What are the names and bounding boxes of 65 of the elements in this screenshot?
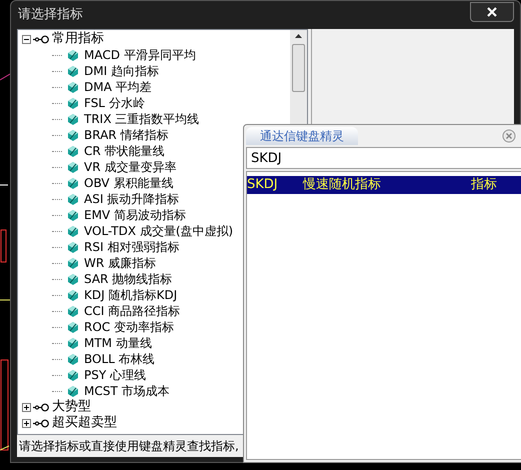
gem-icon [68,146,78,156]
collapse-icon[interactable] [22,34,31,44]
window-title: 请选择指标 [17,6,84,24]
result-code: SKDJ [247,176,279,194]
tree-item[interactable]: EMV 简易波动指标 [84,207,186,223]
tree-item[interactable]: MACD 平滑异同平均 [84,47,196,63]
tree-item[interactable]: BOLL 布林线 [84,351,155,367]
tree-item[interactable]: WR 威廉指标 [84,255,156,271]
tree-item[interactable]: MTM 动量线 [84,335,152,351]
tree-item[interactable]: BRAR 情绪指标 [84,127,168,143]
gem-icon [68,194,78,204]
tree-item[interactable]: FSL 分水岭 [84,95,145,111]
tree-item[interactable]: VR 成交量变异率 [84,159,176,175]
gem-icon [68,226,78,236]
search-field[interactable]: SKDJ [246,147,521,169]
gem-icon [68,50,78,60]
tree-group[interactable]: 常用指标 [51,31,105,47]
gem-icon [68,242,78,252]
gem-icon [68,82,78,92]
close-icon[interactable] [502,129,516,143]
gem-icon [68,98,78,108]
key-icon [33,402,49,412]
tree-item[interactable]: MCST 市场成本 [84,383,170,399]
tree-item[interactable]: ASI 振动升降指标 [84,191,180,207]
gem-icon [68,370,78,380]
gem-icon [68,290,78,300]
gem-icon [68,338,78,348]
gem-icon [68,130,78,140]
gem-icon [68,306,78,316]
tree-item[interactable]: TRIX 三重指数平均线 [84,111,200,127]
result-row[interactable]: SKDJ 慢速随机指标 指标 [247,176,521,194]
close-icon [487,7,497,17]
gem-icon [68,258,78,268]
result-name: 慢速随机指标 [303,176,382,194]
tree-group[interactable]: 大势型 [51,399,92,415]
tree-item[interactable]: PSY 心理线 [84,367,146,383]
result-type: 指标 [471,176,497,194]
tree-item[interactable]: CR 带状能量线 [84,143,165,159]
tree-item[interactable]: ROC 变动率指标 [84,319,174,335]
key-icon [33,34,49,44]
gem-icon [68,274,78,284]
tree-item[interactable]: DMI 趋向指标 [84,63,159,79]
tree-item[interactable]: RSI 相对强弱指标 [84,239,180,255]
scroll-thumb[interactable] [292,44,305,92]
tree-item[interactable]: SAR 抛物线指标 [84,271,172,287]
gem-icon [68,322,78,332]
tree-item[interactable]: KDJ 随机指标KDJ [84,287,178,303]
expand-icon[interactable] [22,418,31,428]
gem-icon [68,354,78,364]
tree-item[interactable]: VOL-TDX 成交量(盘中虚拟) [84,223,234,239]
status-text: 请选择指标或直接使用键盘精灵查找指标, [19,438,239,455]
tree-item[interactable]: OBV 累积能量线 [84,175,174,191]
gem-icon [68,210,78,220]
tree-item[interactable]: CCI 商品路径指标 [84,303,180,319]
gem-icon [68,162,78,172]
tree-item[interactable]: DMA 平均差 [84,79,152,95]
scroll-up-icon[interactable] [295,34,302,38]
gem-icon [68,386,78,396]
gem-icon [68,114,78,124]
tree-group[interactable]: 超买超卖型 [51,415,118,431]
expand-icon[interactable] [22,402,31,412]
gem-icon [68,178,78,188]
key-icon [33,418,49,428]
gem-icon [68,66,78,76]
close-button[interactable] [470,2,514,22]
